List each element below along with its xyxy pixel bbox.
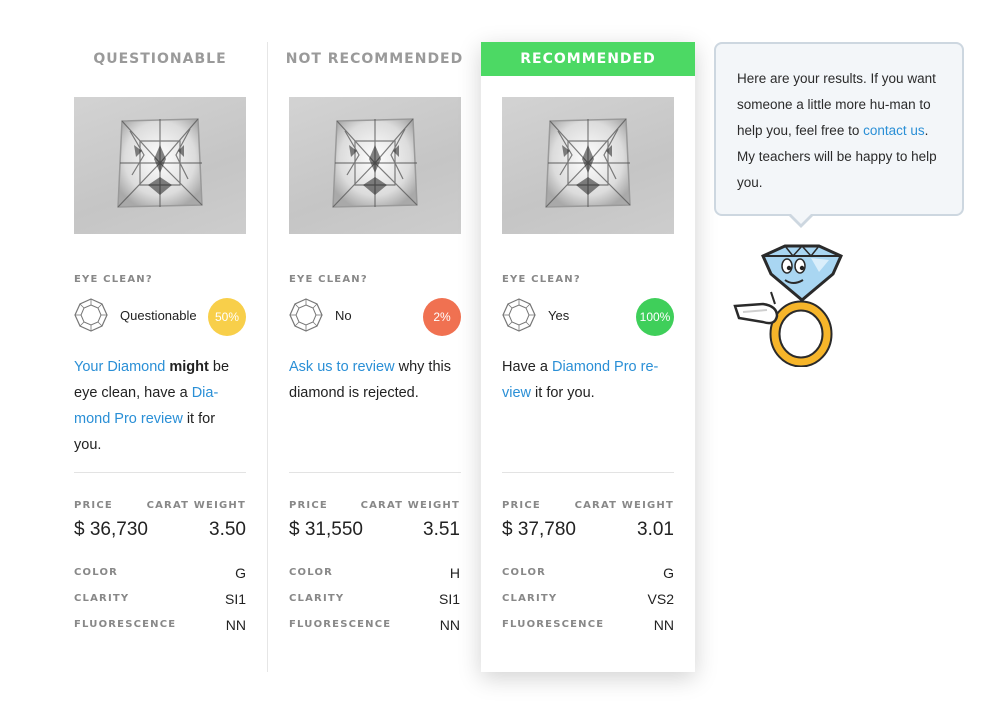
contact-us-link[interactable]: contact us bbox=[863, 123, 925, 138]
verdict-description: Have a Diamond Pro re-view it for you. bbox=[502, 354, 674, 406]
diamond-column-2: NOT RECOMMENDED EYE CLEAN? No 2% Ask us … bbox=[267, 42, 481, 672]
verdict-header: NOT RECOMMENDED bbox=[285, 51, 464, 67]
clarity-label: CLARITY bbox=[502, 593, 558, 604]
eye-clean-value: Questionable bbox=[120, 308, 197, 323]
clarity-label: CLARITY bbox=[74, 593, 130, 604]
eye-clean-label: EYE CLEAN? bbox=[289, 274, 368, 285]
color-label: COLOR bbox=[289, 567, 334, 578]
price-label: PRICE bbox=[289, 500, 328, 511]
diamond-photo bbox=[332, 118, 418, 208]
color-value: H bbox=[449, 565, 460, 581]
price-label: PRICE bbox=[502, 500, 541, 511]
eye-clean-percent-badge: 2% bbox=[423, 298, 461, 336]
price-value: $ 36,730 bbox=[74, 519, 148, 540]
review-link[interactable]: Your Diamond bbox=[74, 359, 165, 375]
divider bbox=[74, 472, 246, 473]
fluorescence-label: FLUORESCENCE bbox=[289, 619, 392, 630]
price-label: PRICE bbox=[74, 500, 113, 511]
bubble-tail-inner bbox=[790, 213, 812, 224]
verdict-header: RECOMMENDED bbox=[481, 42, 695, 76]
diamond-outline-icon bbox=[74, 298, 108, 332]
clarity-value: SI1 bbox=[438, 591, 460, 607]
verdict-description: Your Diamond might be eye clean, have a … bbox=[74, 354, 246, 458]
carat-weight-label: CARAT WEIGHT bbox=[360, 500, 460, 511]
desc-emphasis: might bbox=[169, 359, 209, 375]
desc-text: Have a bbox=[502, 359, 552, 375]
price-value: $ 37,780 bbox=[502, 519, 576, 540]
clarity-value: VS2 bbox=[647, 591, 674, 607]
eye-clean-value: Yes bbox=[548, 308, 570, 323]
price-value: $ 31,550 bbox=[289, 519, 363, 540]
color-value: G bbox=[235, 565, 246, 581]
diamond-column-3: RECOMMENDED EYE CLEAN? Yes 100% Have a D… bbox=[481, 42, 695, 672]
fluorescence-value: NN bbox=[439, 617, 460, 633]
eye-clean-row: No 2% bbox=[289, 298, 461, 336]
diamond-image[interactable] bbox=[502, 97, 674, 234]
fluorescence-label: FLUORESCENCE bbox=[502, 619, 605, 630]
carat-weight-label: CARAT WEIGHT bbox=[146, 500, 246, 511]
diamond-photo bbox=[545, 118, 631, 208]
ring-mascot-icon bbox=[733, 244, 843, 367]
diamond-photo bbox=[117, 118, 203, 208]
verdict-header: QUESTIONABLE bbox=[93, 51, 227, 67]
eye-clean-row: Questionable 50% bbox=[74, 298, 246, 336]
diamond-outline-icon bbox=[502, 298, 536, 332]
carat-value: 3.51 bbox=[423, 519, 460, 540]
clarity-value: SI1 bbox=[224, 591, 246, 607]
carat-value: 3.01 bbox=[637, 519, 674, 540]
desc-text: it for you. bbox=[531, 385, 595, 401]
review-link[interactable]: Ask us to review bbox=[289, 359, 395, 375]
eye-clean-percent-badge: 50% bbox=[208, 298, 246, 336]
carat-value: 3.50 bbox=[209, 519, 246, 540]
divider bbox=[289, 472, 461, 473]
fluorescence-value: NN bbox=[653, 617, 674, 633]
diamond-column-1: QUESTIONABLE EYE CLEAN? Questionable 50%… bbox=[53, 42, 267, 672]
diamond-image[interactable] bbox=[74, 97, 246, 234]
eye-clean-label: EYE CLEAN? bbox=[502, 274, 581, 285]
carat-weight-label: CARAT WEIGHT bbox=[574, 500, 674, 511]
color-label: COLOR bbox=[74, 567, 119, 578]
eye-clean-value: No bbox=[335, 308, 352, 323]
eye-clean-percent-badge: 100% bbox=[636, 298, 674, 336]
color-value: G bbox=[663, 565, 674, 581]
fluorescence-value: NN bbox=[225, 617, 246, 633]
diamond-outline-icon bbox=[289, 298, 323, 332]
eye-clean-label: EYE CLEAN? bbox=[74, 274, 153, 285]
clarity-label: CLARITY bbox=[289, 593, 345, 604]
color-label: COLOR bbox=[502, 567, 547, 578]
fluorescence-label: FLUORESCENCE bbox=[74, 619, 177, 630]
divider bbox=[502, 472, 674, 473]
help-bubble: Here are your results. If you want someo… bbox=[714, 42, 964, 216]
diamond-image[interactable] bbox=[289, 97, 461, 234]
eye-clean-row: Yes 100% bbox=[502, 298, 674, 336]
verdict-description: Ask us to review why this diamond is rej… bbox=[289, 354, 461, 406]
